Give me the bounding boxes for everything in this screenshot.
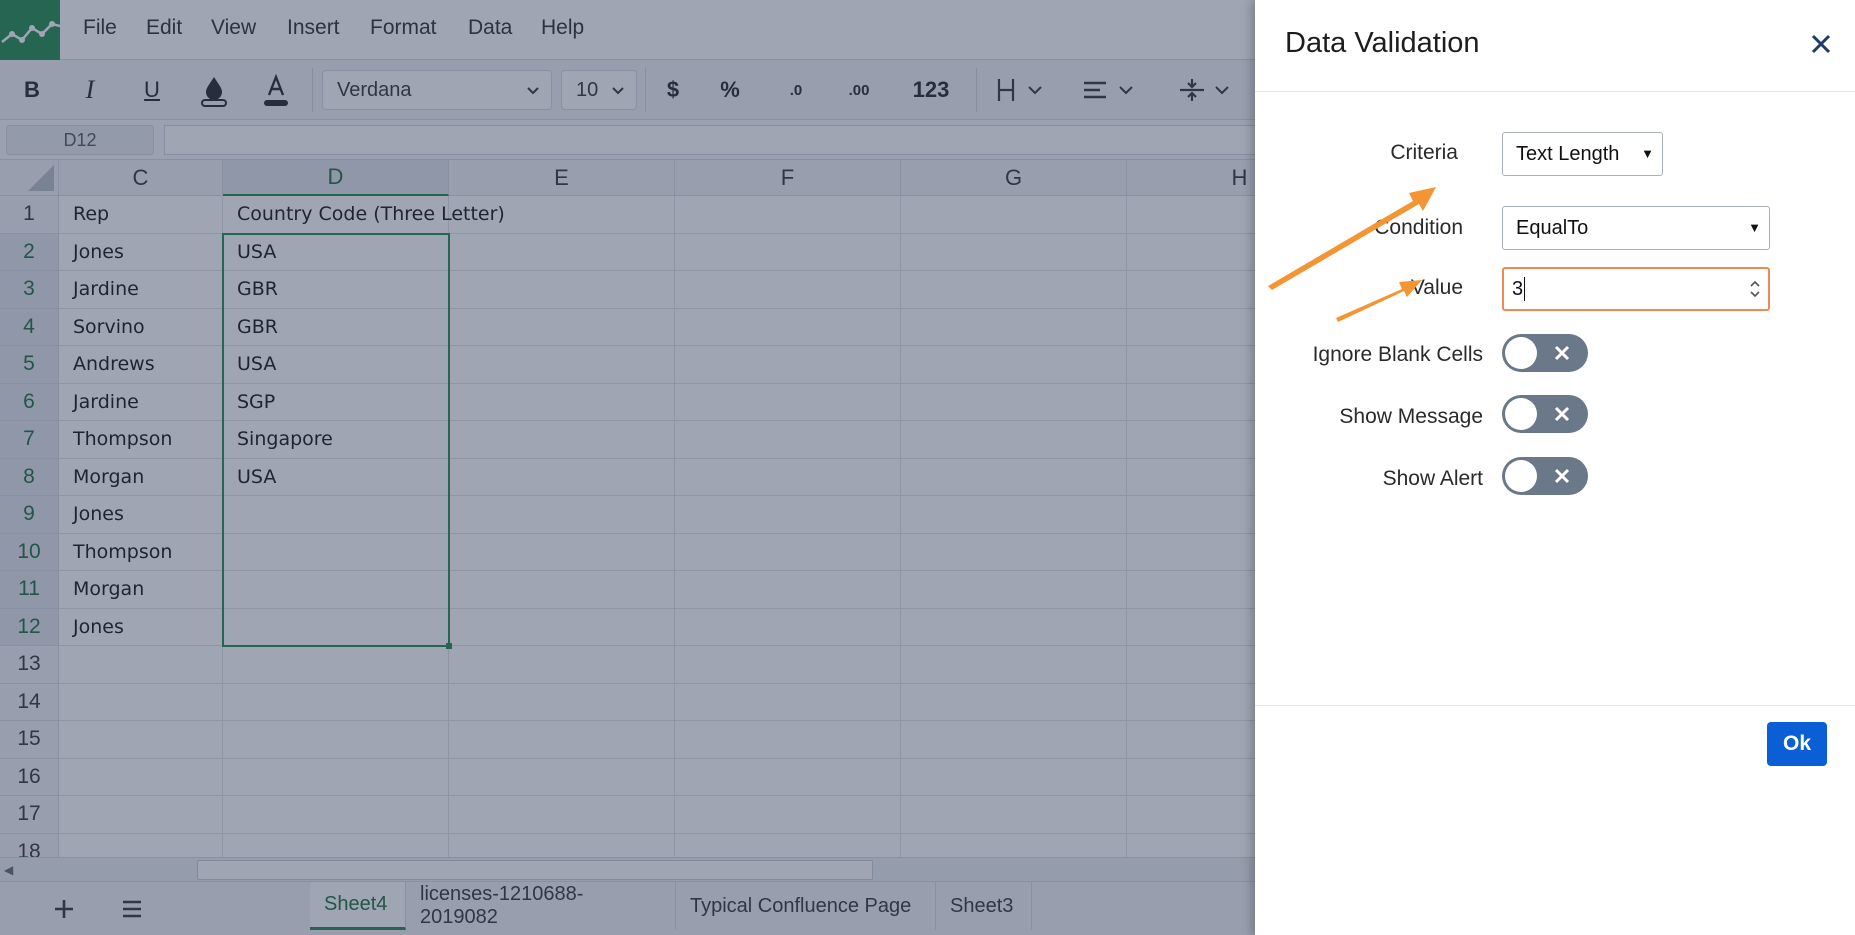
show-message-label: Show Message [1339, 405, 1483, 428]
show-message-toggle[interactable] [1502, 395, 1588, 433]
ok-button[interactable]: Ok [1767, 722, 1827, 766]
spreadsheet-area: File Edit View Insert Format Data Help B… [0, 0, 1260, 935]
condition-label: Condition [1374, 216, 1463, 239]
criteria-label: Criteria [1390, 141, 1458, 164]
data-validation-dialog: Data Validation Criteria Text Length ▼ C… [1255, 0, 1855, 935]
modal-overlay[interactable] [0, 0, 1260, 935]
show-alert-toggle[interactable] [1502, 457, 1588, 495]
condition-select[interactable]: EqualTo ▼ [1502, 206, 1770, 250]
toggle-knob [1505, 460, 1537, 492]
condition-value: EqualTo [1516, 216, 1589, 239]
close-button[interactable] [1805, 28, 1837, 60]
ignore-blank-toggle[interactable] [1502, 334, 1588, 372]
dropdown-caret-icon: ▼ [1641, 146, 1654, 161]
toggle-knob [1505, 337, 1537, 369]
dialog-title: Data Validation [1285, 27, 1480, 59]
footer-divider [1255, 705, 1855, 706]
value-input[interactable]: 3 [1502, 267, 1770, 311]
criteria-value: Text Length [1516, 142, 1620, 165]
toggle-knob [1505, 398, 1537, 430]
toggle-off-x-icon [1554, 468, 1570, 484]
show-alert-label: Show Alert [1382, 467, 1483, 490]
text-cursor [1524, 277, 1526, 301]
close-icon [1811, 34, 1831, 54]
value-input-text: 3 [1512, 277, 1524, 300]
ignore-blank-label: Ignore Blank Cells [1312, 343, 1483, 366]
value-label: Value [1410, 276, 1463, 299]
toggle-off-x-icon [1554, 406, 1570, 422]
dropdown-caret-icon: ▼ [1748, 220, 1761, 235]
header-divider [1255, 91, 1855, 92]
number-spinner-icon[interactable] [1748, 278, 1762, 300]
toggle-off-x-icon [1554, 345, 1570, 361]
app-window: File Edit View Insert Format Data Help B… [0, 0, 1855, 935]
criteria-select[interactable]: Text Length ▼ [1502, 132, 1663, 176]
